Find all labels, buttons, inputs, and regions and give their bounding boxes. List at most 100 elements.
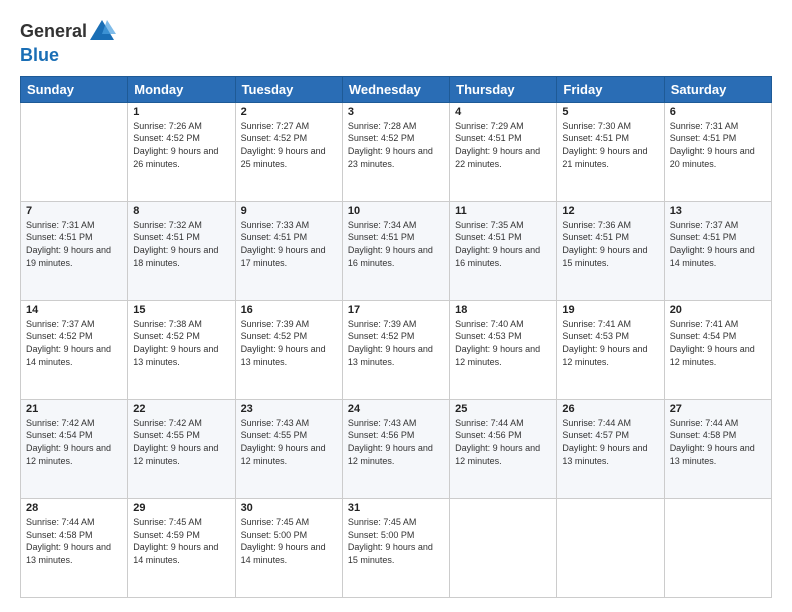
day-number: 5 [562,106,658,118]
day-number: 28 [26,502,122,514]
cell-details: Sunrise: 7:28 AMSunset: 4:52 PMDaylight:… [348,120,444,170]
day-number: 23 [241,403,337,415]
cell-details: Sunrise: 7:34 AMSunset: 4:51 PMDaylight:… [348,219,444,269]
cell-details: Sunrise: 7:31 AMSunset: 4:51 PMDaylight:… [670,120,766,170]
calendar-cell: 19Sunrise: 7:41 AMSunset: 4:53 PMDayligh… [557,300,664,399]
cell-details: Sunrise: 7:37 AMSunset: 4:51 PMDaylight:… [670,219,766,269]
calendar-cell [557,498,664,597]
calendar-cell [21,102,128,201]
calendar-week-4: 21 Sunrise: 7:42 AMSunset: 4:54 PMDayligh… [21,399,772,498]
col-header-monday: Monday [128,76,235,102]
calendar-cell: 16Sunrise: 7:39 AMSunset: 4:52 PMDayligh… [235,300,342,399]
calendar-cell: 3 Sunrise: 7:28 AMSunset: 4:52 PMDaylight… [342,102,449,201]
calendar-cell: 25 Sunrise: 7:44 AMSunset: 4:56 PMDayligh… [450,399,557,498]
calendar-cell: 5 Sunrise: 7:30 AMSunset: 4:51 PMDaylight… [557,102,664,201]
logo-general: General [20,21,87,41]
cell-details: Sunrise: 7:29 AMSunset: 4:51 PMDaylight:… [455,120,551,170]
calendar-cell: 30 Sunrise: 7:45 AMSunset: 5:00 PMDayligh… [235,498,342,597]
cell-details: Sunrise: 7:27 AMSunset: 4:52 PMDaylight:… [241,120,337,170]
calendar-cell: 17 Sunrise: 7:39 AMSunset: 4:52 PMDayligh… [342,300,449,399]
day-number: 2 [241,106,337,118]
day-number: 10 [348,205,444,217]
day-number: 25 [455,403,551,415]
cell-details: Sunrise: 7:45 AMSunset: 4:59 PMDaylight:… [133,516,229,566]
cell-details: Sunrise: 7:26 AMSunset: 4:52 PMDaylight:… [133,120,229,170]
day-number: 18 [455,304,551,316]
cell-details: Sunrise: 7:44 AMSunset: 4:57 PMDaylight:… [562,417,658,467]
day-number: 17 [348,304,444,316]
calendar-cell: 13Sunrise: 7:37 AMSunset: 4:51 PMDayligh… [664,201,771,300]
day-number: 30 [241,502,337,514]
calendar-cell: 29 Sunrise: 7:45 AMSunset: 4:59 PMDayligh… [128,498,235,597]
col-header-wednesday: Wednesday [342,76,449,102]
cell-details: Sunrise: 7:43 AMSunset: 4:56 PMDaylight:… [348,417,444,467]
day-number: 11 [455,205,551,217]
day-number: 26 [562,403,658,415]
day-number: 15 [133,304,229,316]
day-number: 14 [26,304,122,316]
day-number: 22 [133,403,229,415]
cell-details: Sunrise: 7:43 AMSunset: 4:55 PMDaylight:… [241,417,337,467]
page-header: General Blue [20,18,772,66]
day-number: 9 [241,205,337,217]
calendar-cell: 27 Sunrise: 7:44 AMSunset: 4:58 PMDayligh… [664,399,771,498]
cell-details: Sunrise: 7:44 AMSunset: 4:58 PMDaylight:… [670,417,766,467]
cell-details: Sunrise: 7:41 AMSunset: 4:54 PMDaylight:… [670,318,766,368]
calendar-cell: 4 Sunrise: 7:29 AMSunset: 4:51 PMDaylight… [450,102,557,201]
day-number: 27 [670,403,766,415]
cell-details: Sunrise: 7:45 AMSunset: 5:00 PMDaylight:… [348,516,444,566]
logo-icon [88,18,116,46]
col-header-tuesday: Tuesday [235,76,342,102]
cell-details: Sunrise: 7:42 AMSunset: 4:54 PMDaylight:… [26,417,122,467]
day-number: 4 [455,106,551,118]
calendar-cell: 10 Sunrise: 7:34 AMSunset: 4:51 PMDayligh… [342,201,449,300]
calendar-week-5: 28 Sunrise: 7:44 AMSunset: 4:58 PMDayligh… [21,498,772,597]
col-header-saturday: Saturday [664,76,771,102]
day-number: 29 [133,502,229,514]
calendar-week-3: 14 Sunrise: 7:37 AMSunset: 4:52 PMDayligh… [21,300,772,399]
calendar-week-2: 7 Sunrise: 7:31 AMSunset: 4:51 PMDaylight… [21,201,772,300]
cell-details: Sunrise: 7:45 AMSunset: 5:00 PMDaylight:… [241,516,337,566]
cell-details: Sunrise: 7:40 AMSunset: 4:53 PMDaylight:… [455,318,551,368]
calendar-cell: 21 Sunrise: 7:42 AMSunset: 4:54 PMDayligh… [21,399,128,498]
cell-details: Sunrise: 7:44 AMSunset: 4:58 PMDaylight:… [26,516,122,566]
day-number: 7 [26,205,122,217]
day-number: 3 [348,106,444,118]
cell-details: Sunrise: 7:35 AMSunset: 4:51 PMDaylight:… [455,219,551,269]
logo-blue: Blue [20,45,59,65]
calendar-week-1: 1Sunrise: 7:26 AMSunset: 4:52 PMDaylight… [21,102,772,201]
calendar-cell: 24 Sunrise: 7:43 AMSunset: 4:56 PMDayligh… [342,399,449,498]
cell-details: Sunrise: 7:31 AMSunset: 4:51 PMDaylight:… [26,219,122,269]
day-number: 6 [670,106,766,118]
logo: General Blue [20,18,117,66]
calendar-cell: 7 Sunrise: 7:31 AMSunset: 4:51 PMDaylight… [21,201,128,300]
col-header-thursday: Thursday [450,76,557,102]
calendar-cell: 15 Sunrise: 7:38 AMSunset: 4:52 PMDayligh… [128,300,235,399]
cell-details: Sunrise: 7:30 AMSunset: 4:51 PMDaylight:… [562,120,658,170]
calendar-cell: 22 Sunrise: 7:42 AMSunset: 4:55 PMDayligh… [128,399,235,498]
calendar-cell: 2 Sunrise: 7:27 AMSunset: 4:52 PMDaylight… [235,102,342,201]
calendar-cell: 6 Sunrise: 7:31 AMSunset: 4:51 PMDaylight… [664,102,771,201]
cell-details: Sunrise: 7:38 AMSunset: 4:52 PMDaylight:… [133,318,229,368]
calendar-cell: 23 Sunrise: 7:43 AMSunset: 4:55 PMDayligh… [235,399,342,498]
day-number: 24 [348,403,444,415]
cell-details: Sunrise: 7:44 AMSunset: 4:56 PMDaylight:… [455,417,551,467]
calendar-cell: 11 Sunrise: 7:35 AMSunset: 4:51 PMDayligh… [450,201,557,300]
calendar-cell: 8Sunrise: 7:32 AMSunset: 4:51 PMDaylight… [128,201,235,300]
calendar-cell: 20Sunrise: 7:41 AMSunset: 4:54 PMDayligh… [664,300,771,399]
cell-details: Sunrise: 7:37 AMSunset: 4:52 PMDaylight:… [26,318,122,368]
col-header-friday: Friday [557,76,664,102]
calendar-cell [450,498,557,597]
day-number: 21 [26,403,122,415]
calendar-table: SundayMondayTuesdayWednesdayThursdayFrid… [20,76,772,598]
logo-text: General Blue [20,18,117,66]
calendar-cell: 26 Sunrise: 7:44 AMSunset: 4:57 PMDayligh… [557,399,664,498]
calendar-cell: 12Sunrise: 7:36 AMSunset: 4:51 PMDayligh… [557,201,664,300]
calendar-cell: 28 Sunrise: 7:44 AMSunset: 4:58 PMDayligh… [21,498,128,597]
cell-details: Sunrise: 7:39 AMSunset: 4:52 PMDaylight:… [348,318,444,368]
calendar-header-row: SundayMondayTuesdayWednesdayThursdayFrid… [21,76,772,102]
calendar-cell: 31Sunrise: 7:45 AMSunset: 5:00 PMDayligh… [342,498,449,597]
cell-details: Sunrise: 7:36 AMSunset: 4:51 PMDaylight:… [562,219,658,269]
calendar-cell: 1Sunrise: 7:26 AMSunset: 4:52 PMDaylight… [128,102,235,201]
cell-details: Sunrise: 7:42 AMSunset: 4:55 PMDaylight:… [133,417,229,467]
